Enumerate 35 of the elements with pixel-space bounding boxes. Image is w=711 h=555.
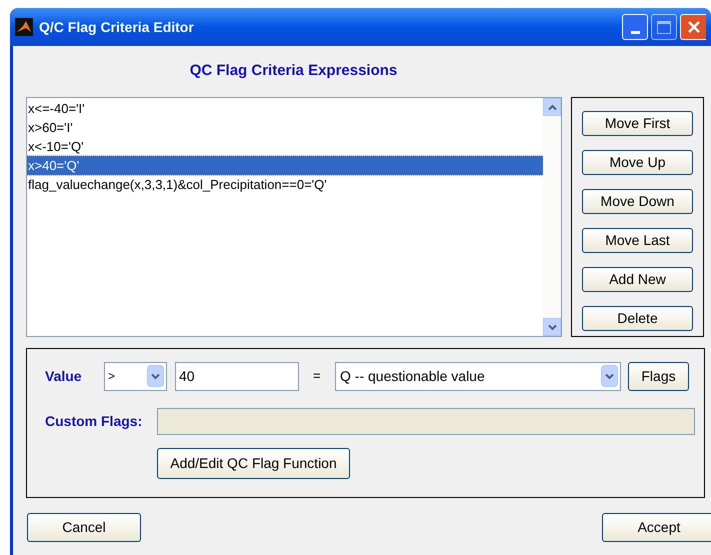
expression-list[interactable]: x<=-40='I' x>60='I' x<-10='Q' x>40='Q' flag_valuechange(x,3,3,1)&col_Precipitation==0='Q': [26, 97, 562, 337]
chevron-down-icon: [548, 324, 556, 330]
scroll-up-button[interactable]: [543, 98, 561, 116]
custom-flags-field[interactable]: [157, 408, 695, 435]
flags-button[interactable]: Flags: [628, 362, 689, 390]
add-edit-function-button[interactable]: Add/Edit QC Flag Function: [157, 448, 350, 479]
expression-item[interactable]: x>60='I': [27, 118, 543, 137]
close-button[interactable]: [680, 14, 706, 40]
order-button[interactable]: Move Down: [582, 189, 693, 214]
minimize-button[interactable]: [622, 14, 648, 40]
order-button[interactable]: Move Up: [582, 150, 693, 175]
cancel-button[interactable]: Cancel: [27, 513, 141, 542]
window-title: Q/C Flag Criteria Editor: [39, 18, 194, 37]
scroll-down-button[interactable]: [543, 318, 561, 336]
order-button[interactable]: Delete: [582, 306, 693, 331]
expression-item[interactable]: x>40='Q': [27, 156, 543, 175]
section-heading: QC Flag Criteria Expressions: [188, 61, 398, 82]
app-logo-icon: [15, 18, 33, 36]
order-button[interactable]: Add New: [582, 267, 693, 292]
flag-dropdown[interactable]: Q -- questionable value: [335, 362, 621, 390]
expression-item[interactable]: x<=-40='I': [27, 99, 543, 118]
operator-dropdown[interactable]: >: [104, 362, 167, 390]
equals-sign: =: [313, 367, 322, 386]
order-button[interactable]: Move First: [582, 111, 693, 136]
value-field[interactable]: 40: [175, 362, 299, 390]
expression-item[interactable]: x<-10='Q': [27, 137, 543, 156]
custom-flags-label: Custom Flags:: [45, 412, 144, 431]
expression-item[interactable]: flag_valuechange(x,3,3,1)&col_Precipitation==0='Q': [27, 175, 543, 194]
scrollbar[interactable]: [543, 98, 561, 336]
chevron-up-icon: [548, 104, 556, 110]
value-label: Value: [45, 366, 83, 386]
maximize-button[interactable]: [651, 14, 677, 40]
accept-button[interactable]: Accept: [602, 513, 711, 542]
order-button[interactable]: Move Last: [582, 228, 693, 253]
close-icon: [686, 20, 700, 34]
